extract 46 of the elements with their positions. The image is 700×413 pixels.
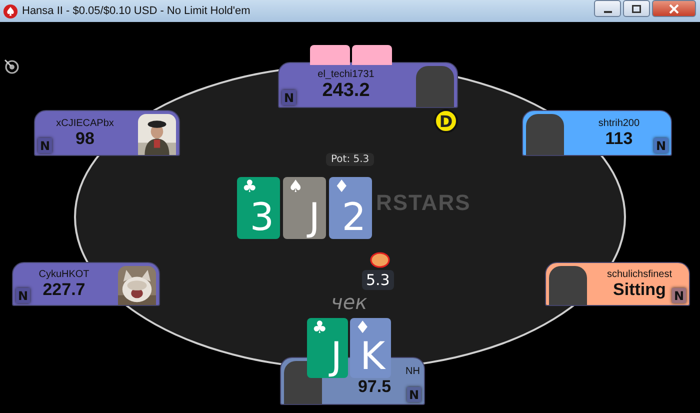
player-name: schulichsfinest <box>606 268 672 280</box>
note-badge[interactable]: N <box>672 288 686 303</box>
player-seat[interactable]: xCJIECAPbx N 98 <box>34 110 180 156</box>
player-seat[interactable]: CykuHKOT N 227.7 <box>12 262 160 306</box>
spade-logo-icon <box>3 4 18 18</box>
player-name: xCJIECAPbx <box>56 118 114 128</box>
note-badge[interactable]: N <box>407 387 421 402</box>
chip-stack: 243.2 <box>322 80 370 102</box>
note-badge[interactable]: N <box>38 138 52 153</box>
empty-avatar <box>549 266 587 305</box>
empty-avatar <box>416 66 454 107</box>
face-down-card <box>310 45 350 65</box>
note-badge[interactable]: N <box>282 90 296 105</box>
player-name: shtrih200 <box>598 118 640 128</box>
player-seat[interactable]: el_techi1731 N 243.2 <box>278 62 458 108</box>
chip-stack: 227.7 <box>42 280 86 300</box>
note-badge[interactable]: N <box>654 138 668 153</box>
player-name: CykuHKOT <box>38 268 90 280</box>
bet-amount: 5.3 <box>362 270 394 290</box>
close-button[interactable] <box>652 0 696 17</box>
action-label: чек <box>331 290 368 314</box>
chip-stack: Sitting <box>613 280 666 300</box>
board-card: ♠ J <box>283 177 326 239</box>
minimize-button[interactable] <box>594 0 621 17</box>
face-down-card <box>352 45 392 65</box>
window-title: Hansa II - $0.05/$0.10 USD - No Limit Hold'em <box>22 5 252 17</box>
empty-avatar <box>526 114 564 155</box>
minimize-icon <box>604 10 612 12</box>
chip-stack: 113 <box>605 128 633 148</box>
player-seat[interactable]: schulichsfinest Sitting N <box>545 262 690 306</box>
player-name: el_techi1731 <box>318 68 374 80</box>
note-badge[interactable]: N <box>16 288 30 303</box>
maximize-icon <box>632 4 641 12</box>
target-icon[interactable] <box>3 58 21 76</box>
player-seat[interactable]: shtrih200 113 N <box>522 110 672 156</box>
chip-stack: 97.5 <box>358 376 392 396</box>
close-icon <box>669 4 679 14</box>
player-name: NH <box>406 366 420 376</box>
maximize-button[interactable] <box>623 0 650 17</box>
pot-label: Pot: 5.3 <box>326 153 374 166</box>
hole-card: ♣ J <box>307 318 348 378</box>
board-card: ♣ 3 <box>237 177 280 239</box>
hole-card: ♦ K <box>350 318 391 378</box>
chip-icon <box>370 252 390 268</box>
board-card: ♦ 2 <box>329 177 372 239</box>
chip-stack: 98 <box>76 128 94 148</box>
